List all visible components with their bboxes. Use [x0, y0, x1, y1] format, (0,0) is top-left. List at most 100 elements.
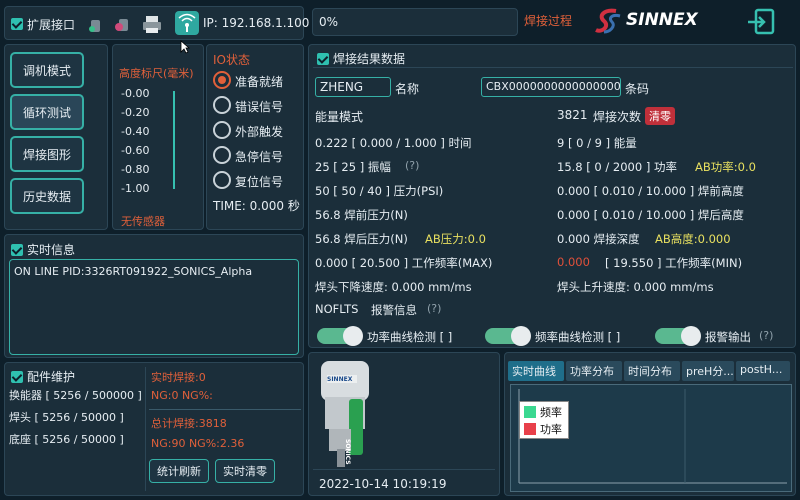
nofilts-label: NOFLTS — [315, 302, 359, 316]
ruler-tick: -0.20 — [121, 106, 150, 119]
realtime-panel: 实时信息 ON LINE PID:3326RT091922_SONICS_Alp… — [4, 234, 304, 358]
chart-legend: 频率 功率 — [519, 401, 569, 439]
tab-realtime-curve[interactable]: 实时曲线 — [508, 361, 564, 381]
amplitude-row: 25 [ 25 ] 振幅 — [315, 160, 391, 174]
tab-time-distribution[interactable]: 时间分布 — [624, 361, 680, 381]
parts-checkbox[interactable] — [11, 369, 23, 383]
realtime-title: 实时信息 — [27, 243, 76, 257]
device-side-label: SONICS — [344, 439, 351, 465]
io-reset-label: 复位信号 — [235, 175, 284, 189]
printer-icon[interactable] — [141, 15, 163, 35]
nav-history-button[interactable]: 历史数据 — [10, 178, 84, 214]
parts-title: 配件维护 — [27, 370, 76, 384]
total-ng: NG:90 NG%:2.36 — [151, 437, 245, 450]
parts-panel: 配件维护 换能器 [ 5256 / 500000 ] 焊头 [ 5256 / 5… — [4, 362, 304, 496]
io-ready-indicator — [213, 71, 231, 89]
logout-icon[interactable] — [746, 8, 776, 36]
ruler-tick: -0.40 — [121, 125, 150, 138]
weld-count-label: 焊接次数 — [593, 110, 642, 124]
results-title-underline — [313, 67, 793, 68]
progress-text: 0% — [319, 15, 339, 29]
pre-weld-height-row: 0.000 [ 0.010 / 10.000 ] 焊前高度 — [557, 184, 744, 198]
ruler-tick: -0.80 — [121, 163, 150, 176]
alarm-label: 报警信息 — [371, 303, 417, 317]
io-estop-indicator — [213, 146, 231, 164]
alarm-output-help-icon[interactable]: (?) — [759, 329, 773, 342]
progress-bar: 0% — [312, 8, 518, 36]
pressure-row: 50 [ 50 / 40 ] 压力(PSI) — [315, 184, 444, 198]
alarm-output-label: 报警输出 — [705, 330, 751, 344]
device-brand-label: SINNEX — [327, 376, 353, 383]
io-external-trigger-label: 外部触发 — [235, 125, 284, 139]
ext-label: 扩展接口 — [27, 18, 76, 32]
wifi-icon[interactable] — [175, 11, 199, 35]
name-field[interactable]: ZHENG — [315, 77, 391, 97]
amplitude-help-icon[interactable]: (?) — [405, 159, 419, 172]
horn-down-speed: 焊头下降速度: 0.000 mm/ms — [315, 280, 472, 294]
barcode-label: 条码 — [625, 82, 650, 96]
ext-checkbox[interactable] — [11, 16, 23, 30]
tab-posth-distribution[interactable]: postH... — [736, 361, 790, 381]
nav-weld-graph-button[interactable]: 焊接图形 — [10, 136, 84, 172]
io-reset-indicator — [213, 171, 231, 189]
parts-transducer: 换能器 [ 5256 / 500000 ] — [9, 389, 142, 402]
legend-swatch-power — [524, 423, 536, 435]
realtime-weld-count: 实时焊接:0 — [151, 371, 206, 384]
ruler-tick: -0.60 — [121, 144, 150, 157]
barcode-field[interactable]: CBX00000000000000000 — [481, 77, 621, 97]
legend-swatch-frequency — [524, 406, 536, 418]
time-row: 0.222 [ 0.000 / 1.000 ] 时间 — [315, 136, 472, 150]
realtime-ng: NG:0 NG%: — [151, 389, 213, 402]
tab-power-distribution[interactable]: 功率分布 — [566, 361, 622, 381]
parts-divider — [145, 367, 146, 491]
parts-horn: 焊头 [ 5256 / 50000 ] — [9, 411, 124, 424]
realtime-clear-button[interactable]: 实时清零 — [215, 459, 275, 483]
realtime-textbox[interactable]: ON LINE PID:3326RT091922_SONICS_Alpha — [9, 259, 299, 355]
no-sensor-label: 无传感器 — [121, 215, 165, 228]
nav-cycle-test-button[interactable]: 循环测试 — [10, 94, 84, 130]
mouse-cursor-icon — [180, 40, 191, 54]
io-ready-label: 准备就绪 — [235, 75, 284, 89]
mode-label: 能量模式 — [315, 110, 364, 124]
height-ruler-panel: 高度标尺(毫米) -0.00 -0.20 -0.40 -0.60 -0.80 -… — [112, 44, 204, 230]
post-weld-pressure-row: 56.8 焊后压力(N) — [315, 232, 408, 246]
freq-curve-toggle[interactable] — [485, 326, 531, 346]
energy-row: 9 [ 0 / 9 ] 能量 — [557, 136, 637, 150]
io-error-indicator — [213, 96, 231, 114]
brand-logo: SINNEX — [594, 6, 712, 36]
device-panel: SINNEX SONICS 2022-10-14 10:19:19 — [308, 352, 500, 496]
progress-label: 焊接过程 — [524, 14, 573, 28]
weld-count: 3821 — [557, 108, 588, 122]
name-label: 名称 — [395, 82, 420, 96]
power-curve-label: 功率曲线检测 [ ] — [367, 330, 453, 344]
realtime-checkbox[interactable] — [11, 242, 23, 256]
freq-min-value: 0.000 — [557, 255, 590, 269]
horn-up-speed: 焊头上升速度: 0.000 mm/ms — [557, 280, 714, 294]
total-weld-count: 总计焊接:3818 — [151, 417, 227, 430]
weld-count-clear-button[interactable]: 清零 — [645, 107, 675, 125]
power-curve-toggle[interactable] — [317, 326, 363, 346]
camera-icon[interactable] — [113, 17, 131, 33]
device-image: SINNEX SONICS — [315, 359, 375, 469]
parts-hline — [149, 409, 301, 410]
alarm-output-toggle[interactable] — [655, 326, 701, 346]
nav-debug-mode-button[interactable]: 调机模式 — [10, 52, 84, 88]
usb-drive-icon[interactable] — [87, 17, 103, 33]
pre-weld-pressure-row: 56.8 焊前压力(N) — [315, 208, 408, 222]
ruler-scale — [165, 91, 175, 189]
datetime-divider — [313, 469, 495, 470]
brand-name: SINNEX — [626, 10, 698, 30]
weld-depth-row: 0.000 焊接深度 — [557, 232, 640, 246]
ab-power: AB功率:0.0 — [695, 160, 756, 174]
results-checkbox[interactable] — [317, 51, 329, 65]
tab-preh-distribution[interactable]: preH分... — [682, 361, 734, 381]
height-ruler-title: 高度标尺(毫米) — [119, 67, 194, 80]
stats-refresh-button[interactable]: 统计刷新 — [149, 459, 209, 483]
power-row: 15.8 [ 0 / 2000 ] 功率 — [557, 160, 677, 174]
io-estop-label: 急停信号 — [235, 150, 284, 164]
io-time: TIME: 0.000 秒 — [213, 199, 300, 213]
io-title: IO状态 — [213, 53, 250, 67]
ab-height: AB高度:0.000 — [655, 232, 731, 246]
alarm-help-icon[interactable]: (?) — [427, 302, 441, 315]
legend-label-power: 功率 — [540, 423, 562, 436]
